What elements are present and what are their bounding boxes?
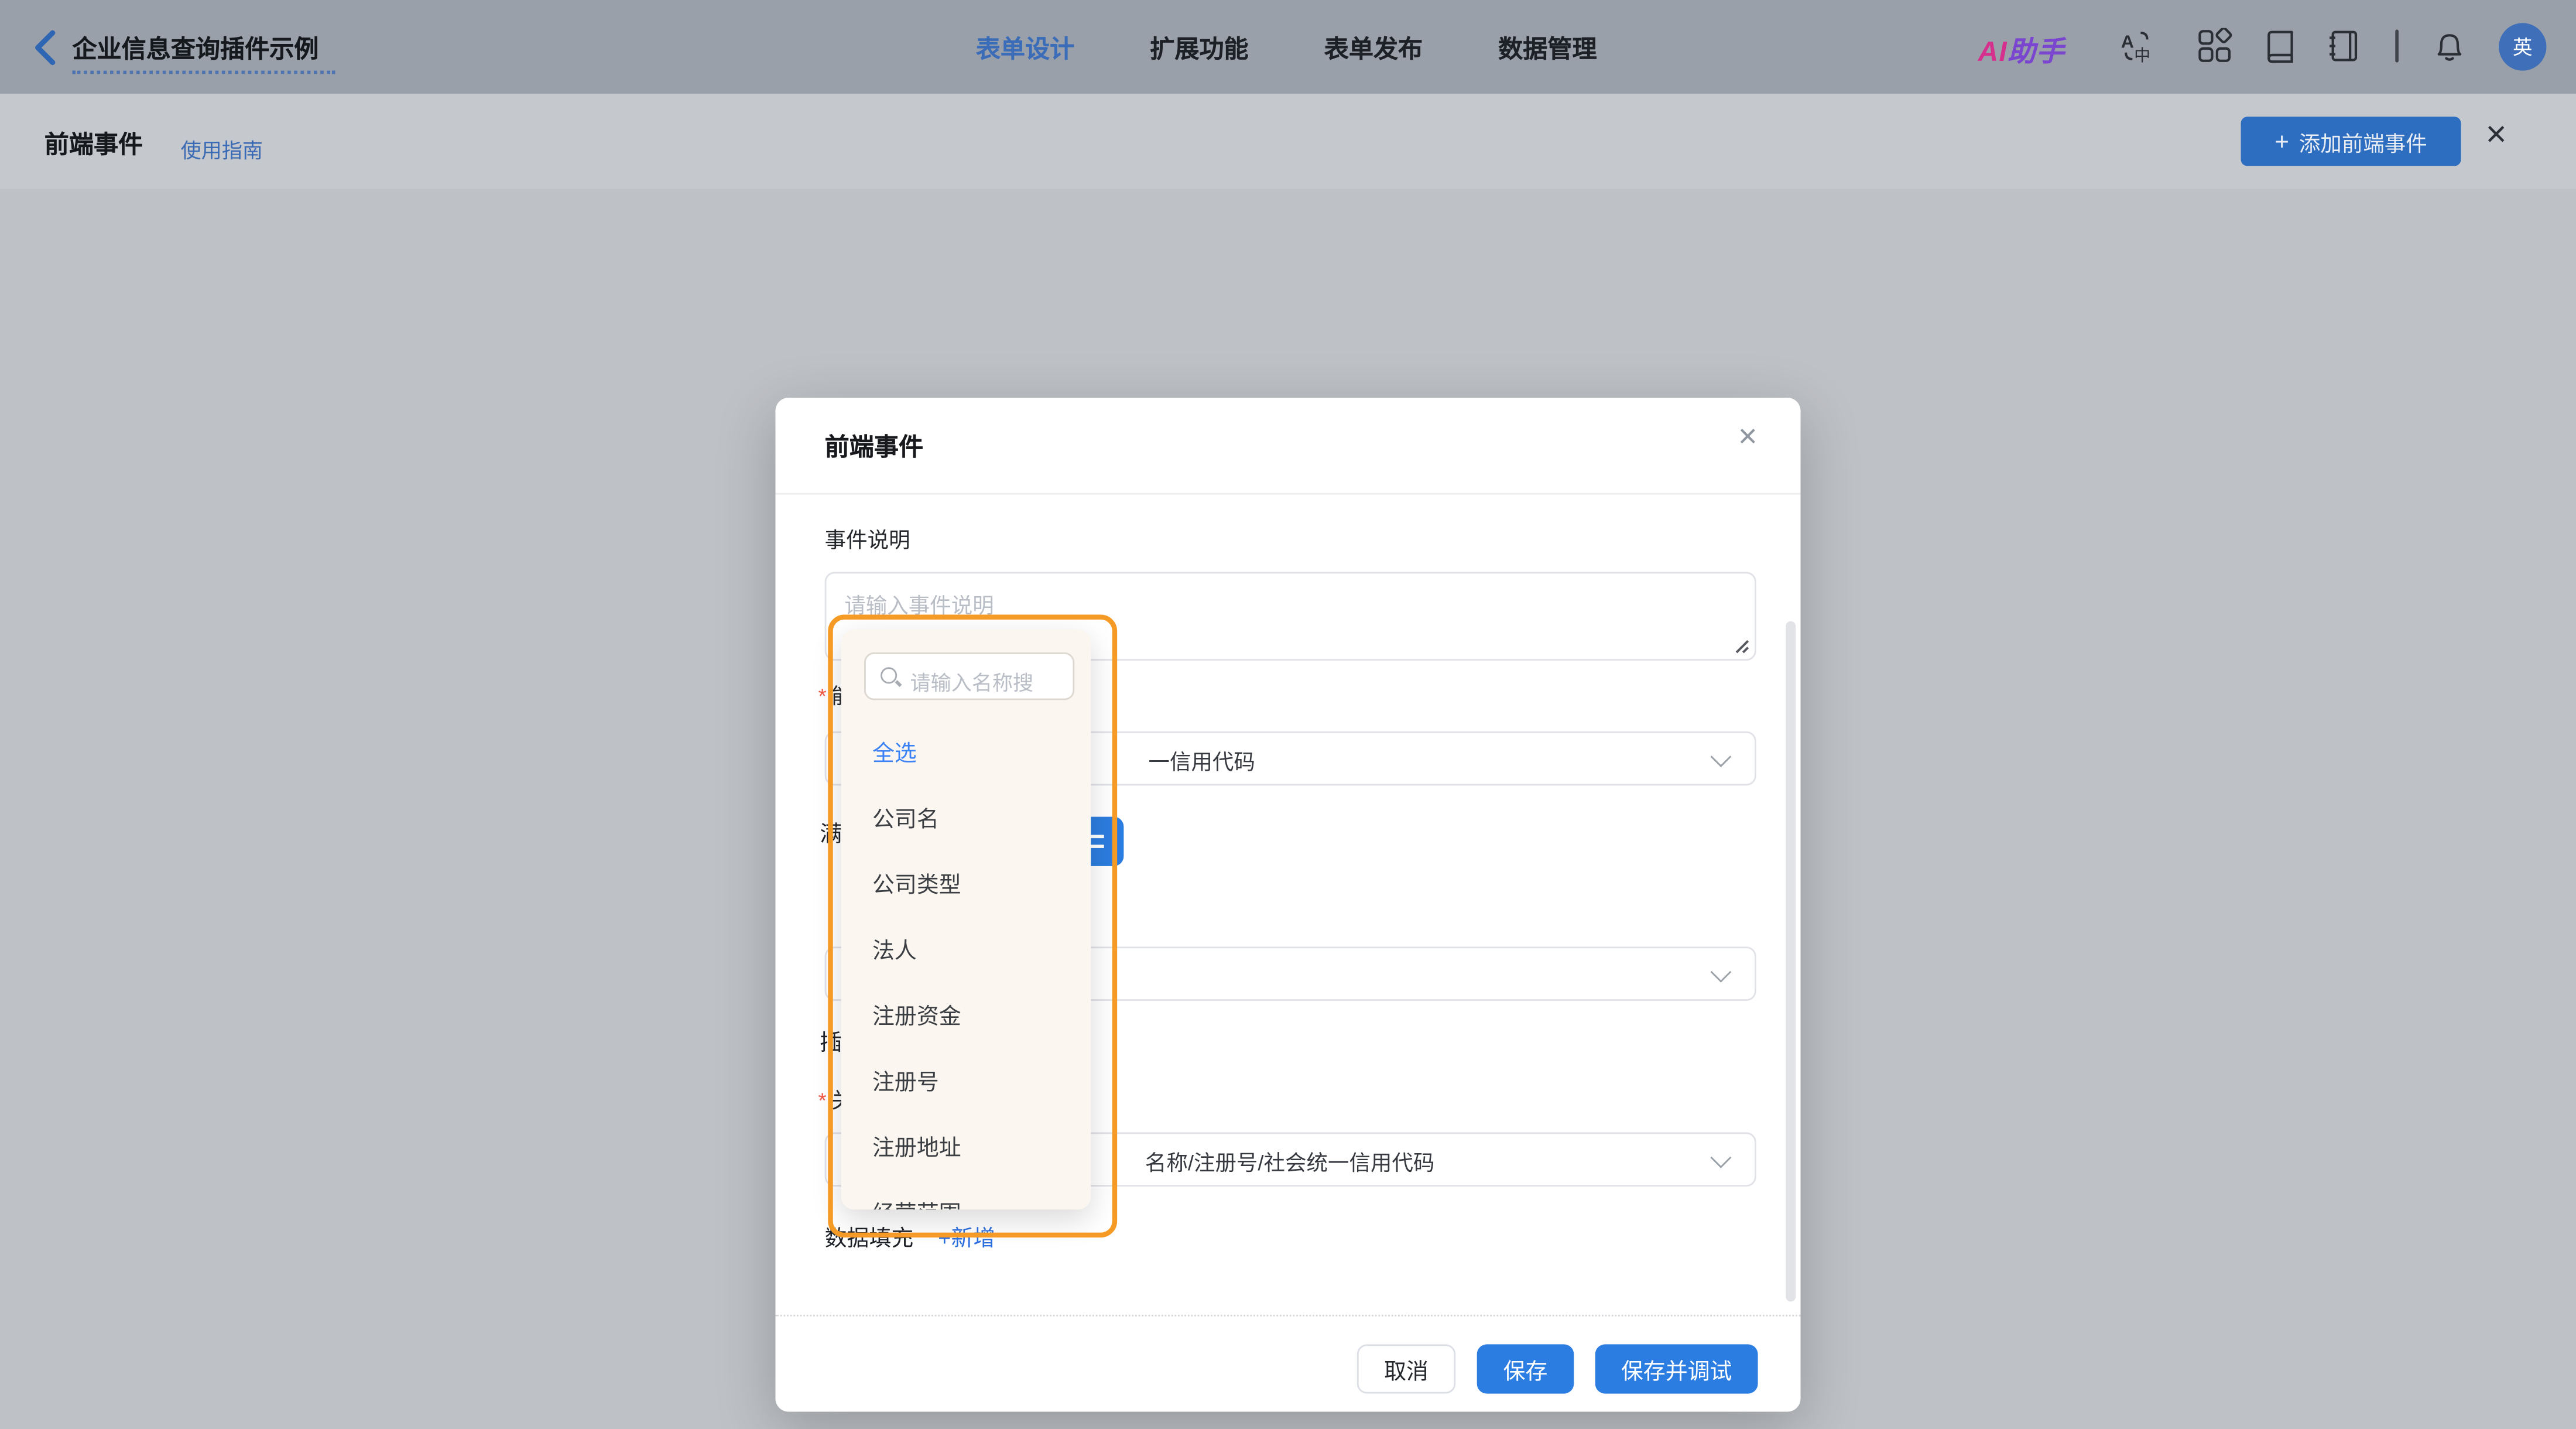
data-fill-label: 数据填充 — [824, 1226, 914, 1251]
event-description-placeholder: 请输入事件说明 — [844, 593, 994, 618]
notebook-icon[interactable] — [2326, 28, 2362, 64]
page-close-icon[interactable]: × — [2486, 114, 2507, 156]
field-options-dropdown: 请输入名称搜 全选 公司名 公司类型 法人 注册资金 注册号 注册地址 经营范围 — [841, 629, 1091, 1210]
dropdown-option[interactable]: 公司类型 — [872, 866, 1070, 905]
chevron-down-icon — [1710, 1147, 1732, 1168]
tab-form-publish[interactable]: 表单发布 — [1324, 31, 1423, 66]
tab-extensions[interactable]: 扩展功能 — [1150, 31, 1248, 66]
apps-grid-icon[interactable] — [2197, 28, 2233, 64]
dropdown-search-placeholder: 请输入名称搜 — [910, 672, 1034, 695]
footer-divider — [775, 1314, 1801, 1317]
ai-logo-part2: 助手 — [2008, 36, 2065, 68]
notification-bell-icon[interactable] — [2431, 28, 2468, 64]
dimmed-workspace: 前端事件 × 事件说明 请输入事件说明 *能 一信用代码 — [0, 189, 2576, 1429]
chevron-down-icon — [1710, 746, 1732, 768]
required-mark: * — [818, 1088, 827, 1113]
topbar-divider — [2395, 29, 2399, 63]
dropdown-option[interactable]: 公司名 — [872, 801, 1070, 840]
dropdown-option[interactable]: 法人 — [872, 932, 1070, 971]
save-and-debug-button[interactable]: 保存并调试 — [1595, 1344, 1758, 1394]
tab-form-design[interactable]: 表单设计 — [976, 31, 1074, 66]
book-icon[interactable] — [2262, 28, 2298, 64]
modal-close-icon[interactable]: × — [1738, 419, 1758, 457]
textarea-resize-handle[interactable] — [1733, 638, 1749, 654]
dropdown-option[interactable]: 经营范围 — [872, 1195, 1070, 1209]
document-title: 企业信息查询插件示例 — [72, 36, 319, 64]
page-subheader: 前端事件 使用指南 + 添加前端事件 × — [0, 93, 2576, 189]
dropdown-option[interactable]: 注册资金 — [872, 997, 1070, 1037]
usage-guide-link[interactable]: 使用指南 — [181, 133, 263, 164]
page-title: 前端事件 — [44, 131, 143, 160]
save-button[interactable]: 保存 — [1477, 1344, 1574, 1394]
plus-icon: + — [938, 1226, 951, 1251]
document-title-underline — [72, 70, 335, 74]
search-icon — [881, 667, 902, 688]
chevron-down-icon — [1710, 961, 1732, 983]
ai-logo-part1: AI — [1978, 36, 2008, 68]
add-frontend-event-label: 添加前端事件 — [2298, 131, 2427, 156]
frontend-event-modal: 前端事件 × 事件说明 请输入事件说明 *能 一信用代码 — [775, 398, 1801, 1412]
top-navigation-bar: 企业信息查询插件示例 表单设计 扩展功能 表单发布 数据管理 AI助手 A 中 — [0, 0, 2576, 94]
screen: 企业信息查询插件示例 表单设计 扩展功能 表单发布 数据管理 AI助手 A 中 — [0, 0, 2576, 1429]
hidden-field-label-2: 满 — [820, 822, 842, 847]
back-icon[interactable] — [30, 28, 66, 67]
modal-header: 前端事件 × — [775, 398, 1801, 495]
svg-text:A: A — [2121, 31, 2134, 52]
tab-data-management[interactable]: 数据管理 — [1498, 31, 1597, 66]
select-1-value: 一信用代码 — [1148, 749, 1255, 774]
event-description-label: 事件说明 — [824, 527, 910, 552]
add-frontend-event-button[interactable]: + 添加前端事件 — [2241, 117, 2461, 166]
dropdown-option-select-all[interactable]: 全选 — [872, 734, 1070, 774]
cancel-button[interactable]: 取消 — [1356, 1344, 1456, 1394]
plus-icon: + — [2274, 127, 2289, 156]
required-mark: * — [818, 683, 827, 709]
hidden-field-label-3: 插 — [820, 1030, 842, 1055]
select-3-value: 名称/注册号/社会统一信用代码 — [1145, 1150, 1435, 1175]
dropdown-search-input[interactable]: 请输入名称搜 — [864, 652, 1075, 700]
avatar[interactable]: 英 — [2499, 23, 2547, 71]
add-new-link[interactable]: +新增 — [938, 1219, 995, 1252]
add-new-label: 新增 — [951, 1226, 996, 1251]
dropdown-option[interactable]: 注册号 — [872, 1064, 1070, 1103]
dropdown-option[interactable]: 注册地址 — [872, 1129, 1070, 1168]
modal-title: 前端事件 — [824, 433, 924, 462]
modal-scrollbar-thumb[interactable] — [1786, 621, 1796, 1302]
ai-assistant-button[interactable]: AI助手 — [1978, 28, 2065, 69]
translate-icon[interactable]: A 中 — [2119, 28, 2156, 64]
svg-text:中: 中 — [2134, 46, 2150, 64]
